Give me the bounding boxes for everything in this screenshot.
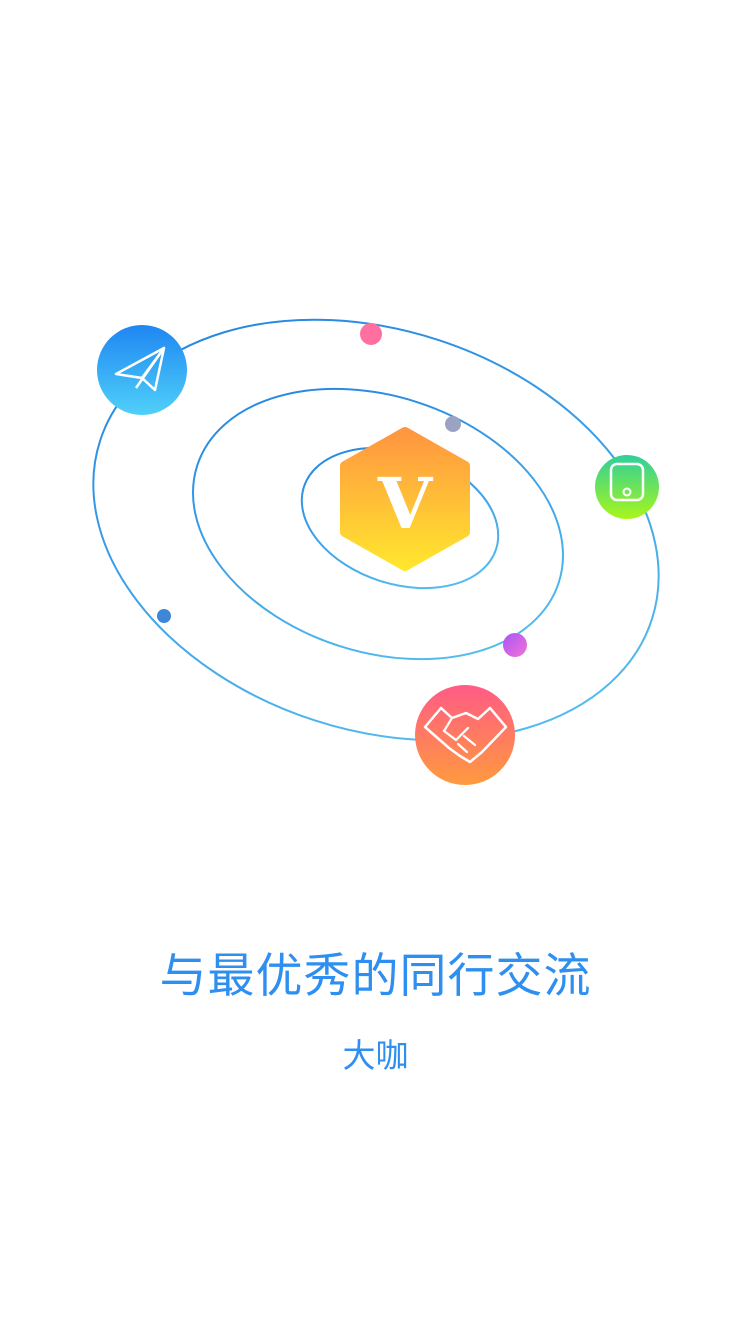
- pink-dot: [360, 323, 382, 345]
- paper-plane-icon: [97, 325, 187, 415]
- phone-icon: [595, 455, 659, 519]
- subtitle-text: 大咖: [342, 1036, 409, 1075]
- v-badge-icon: V: [340, 427, 470, 571]
- blue-dot: [157, 609, 171, 623]
- purple-dot: [503, 633, 527, 657]
- grey-dot: [445, 416, 461, 432]
- headline-text: 与最优秀的同行交流: [159, 949, 592, 1004]
- handshake-icon: [415, 685, 515, 785]
- v-badge-letter: V: [377, 462, 434, 545]
- orbit-illustration: V: [92, 318, 660, 785]
